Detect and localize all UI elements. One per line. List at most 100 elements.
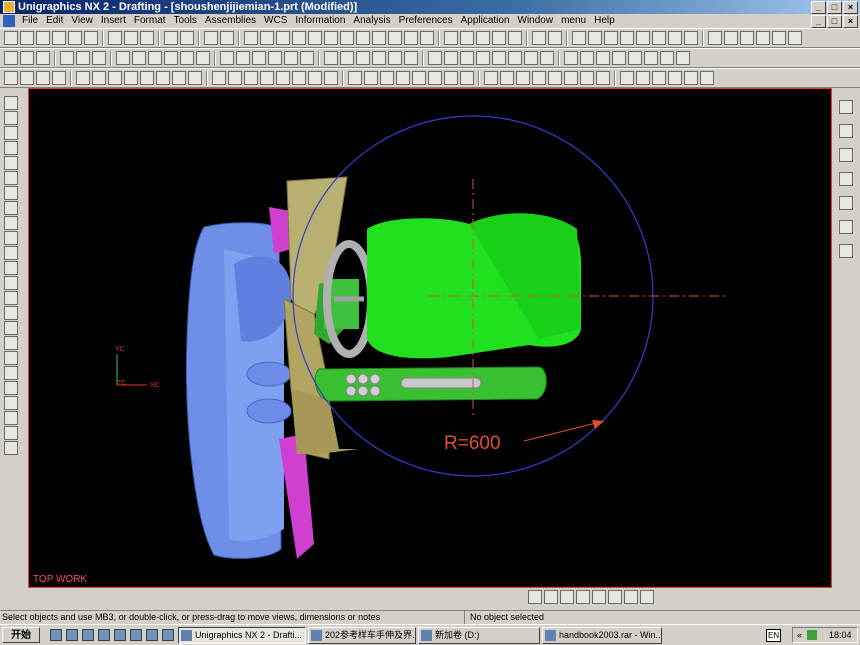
tool-button-icon[interactable] [180, 51, 194, 65]
menu-tools[interactable]: Tools [170, 14, 201, 28]
tool-button-icon[interactable] [188, 71, 202, 85]
tool-button-icon[interactable] [476, 51, 490, 65]
radius-dimension[interactable]: R=600 [444, 433, 501, 454]
tool-button-icon[interactable] [740, 31, 754, 45]
tool-button-icon[interactable] [724, 31, 738, 45]
menu-insert[interactable]: Insert [97, 14, 130, 28]
tool-button-icon[interactable] [668, 31, 682, 45]
tool-button-icon[interactable] [156, 71, 170, 85]
tool-button-icon[interactable] [548, 71, 562, 85]
tool-button-icon[interactable] [4, 71, 18, 85]
tool-button-icon[interactable] [548, 31, 562, 45]
menu-view[interactable]: View [67, 14, 97, 28]
tool-button-icon[interactable] [540, 51, 554, 65]
tool-button-icon[interactable] [572, 31, 586, 45]
tool-button-icon[interactable] [404, 31, 418, 45]
network-icon[interactable] [807, 630, 817, 640]
tool-button-icon[interactable] [4, 381, 18, 395]
tool-button-icon[interactable] [324, 71, 338, 85]
tool-button-icon[interactable] [4, 261, 18, 275]
mail-icon[interactable] [98, 629, 110, 641]
tool-button-icon[interactable] [324, 31, 338, 45]
tool-button-icon[interactable] [528, 590, 542, 604]
tool-button-icon[interactable] [668, 71, 682, 85]
menu-window[interactable]: Window [514, 14, 558, 28]
tool-button-icon[interactable] [4, 351, 18, 365]
menu-help[interactable]: Help [590, 14, 619, 28]
tool-button-icon[interactable] [624, 590, 638, 604]
tool-button-icon[interactable] [116, 51, 130, 65]
tool-button-icon[interactable] [636, 31, 650, 45]
tool-button-icon[interactable] [444, 51, 458, 65]
tool-button-icon[interactable] [700, 71, 714, 85]
explorer-icon[interactable] [146, 629, 158, 641]
tool-button-icon[interactable] [388, 31, 402, 45]
tool-button-icon[interactable] [444, 31, 458, 45]
menu-analysis[interactable]: Analysis [349, 14, 394, 28]
tool-button-icon[interactable] [524, 51, 538, 65]
tool-button-icon[interactable] [380, 71, 394, 85]
tool-button-icon[interactable] [839, 220, 853, 234]
tool-button-icon[interactable] [660, 51, 674, 65]
tool-button-icon[interactable] [544, 590, 558, 604]
tool-button-icon[interactable] [244, 31, 258, 45]
tool-button-icon[interactable] [84, 31, 98, 45]
tool-button-icon[interactable] [839, 148, 853, 162]
tool-button-icon[interactable] [132, 51, 146, 65]
menu-assemblies[interactable]: Assemblies [201, 14, 260, 28]
tool-button-icon[interactable] [140, 31, 154, 45]
doc-restore-button[interactable]: □ [827, 15, 842, 28]
tool-button-icon[interactable] [276, 31, 290, 45]
document-icon[interactable] [3, 15, 15, 27]
menu-file[interactable]: File [18, 14, 42, 28]
tool-button-icon[interactable] [596, 51, 610, 65]
tool-button-icon[interactable] [839, 124, 853, 138]
tool-button-icon[interactable] [476, 31, 490, 45]
tool-button-icon[interactable] [92, 71, 106, 85]
tool-button-icon[interactable] [300, 51, 314, 65]
tool-button-icon[interactable] [404, 51, 418, 65]
tool-button-icon[interactable] [788, 31, 802, 45]
tool-button-icon[interactable] [652, 71, 666, 85]
tool-button-icon[interactable] [220, 51, 234, 65]
tool-button-icon[interactable] [508, 31, 522, 45]
tool-button-icon[interactable] [628, 51, 642, 65]
tool-button-icon[interactable] [839, 172, 853, 186]
menu-edit[interactable]: Edit [42, 14, 67, 28]
tool-button-icon[interactable] [164, 31, 178, 45]
clock[interactable]: 18:04 [829, 628, 852, 642]
menu-wcs[interactable]: WCS [260, 14, 291, 28]
tool-button-icon[interactable] [4, 366, 18, 380]
tool-button-icon[interactable] [348, 71, 362, 85]
tool-button-icon[interactable] [124, 31, 138, 45]
menu-preferences[interactable]: Preferences [395, 14, 457, 28]
tool-button-icon[interactable] [588, 31, 602, 45]
tool-button-icon[interactable] [36, 31, 50, 45]
tool-button-icon[interactable] [260, 71, 274, 85]
tool-button-icon[interactable] [148, 51, 162, 65]
tool-button-icon[interactable] [684, 71, 698, 85]
minimize-button[interactable]: _ [811, 1, 826, 14]
tool-button-icon[interactable] [284, 51, 298, 65]
tool-button-icon[interactable] [560, 590, 574, 604]
tool-button-icon[interactable] [756, 31, 770, 45]
tool-button-icon[interactable] [580, 51, 594, 65]
tool-button-icon[interactable] [4, 411, 18, 425]
tool-button-icon[interactable] [640, 590, 654, 604]
doc-close-button[interactable]: × [843, 15, 858, 28]
tool-button-icon[interactable] [576, 590, 590, 604]
graphics-window[interactable]: R=600 YC XC ZC TOP WORK [28, 88, 832, 588]
tool-button-icon[interactable] [564, 51, 578, 65]
tool-button-icon[interactable] [60, 51, 74, 65]
tool-button-icon[interactable] [4, 171, 18, 185]
tool-button-icon[interactable] [636, 71, 650, 85]
tool-button-icon[interactable] [260, 31, 274, 45]
tool-button-icon[interactable] [228, 71, 242, 85]
tool-button-icon[interactable] [4, 156, 18, 170]
menu-application[interactable]: Application [457, 14, 514, 28]
tool-button-icon[interactable] [4, 126, 18, 140]
tool-button-icon[interactable] [420, 31, 434, 45]
tool-button-icon[interactable] [532, 31, 546, 45]
tool-button-icon[interactable] [308, 31, 322, 45]
tool-button-icon[interactable] [340, 51, 354, 65]
